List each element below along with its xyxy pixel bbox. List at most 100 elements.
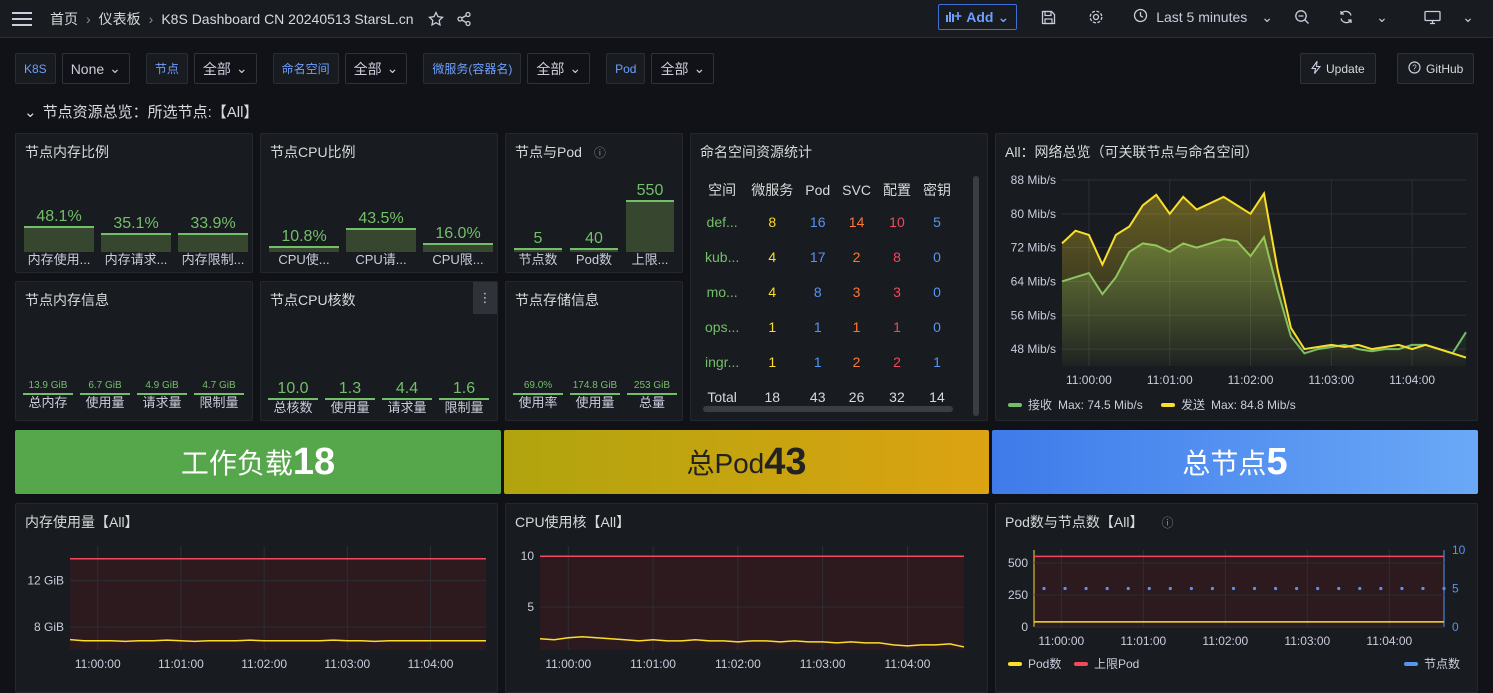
refresh-icon[interactable] — [1333, 4, 1359, 30]
x-tick-label: 11:00:00 — [545, 657, 591, 671]
variable-select-namespace[interactable]: 全部 ⌄ — [344, 53, 408, 84]
node-count-point — [1105, 586, 1109, 591]
star-icon[interactable] — [427, 10, 444, 27]
github-link-button[interactable]: ? GitHub — [1397, 53, 1475, 84]
info-icon[interactable]: ⓘ — [594, 146, 606, 160]
node-count-point — [1042, 586, 1046, 591]
bar-gauge-label: 请求量 — [387, 400, 427, 415]
panel-mem-info: 节点内存信息 13.9 GiB 总内存 6.7 GiB 使用量 4.9 GiB 请求量 4.… — [15, 281, 253, 421]
variable-label-namespace: 命名空间 — [272, 53, 339, 84]
panel-network-overview: All：网络总览（可关联节点与命名空间） 11:00:00 11:01:00 11:… — [995, 133, 1478, 421]
y-tick-label: 12 GiB — [27, 574, 64, 588]
stat-total-nodes: 总节点 5 — [992, 430, 1478, 494]
bar-gauge-label: 节点数 — [518, 252, 558, 267]
stat-label: 总Pod — [686, 448, 765, 479]
table-cell: 2 — [893, 353, 901, 370]
table-cell: 1 — [768, 318, 777, 335]
legend-pods[interactable]: Pod数 — [1008, 655, 1061, 672]
variable-select-pod[interactable]: 全部 ⌄ — [651, 53, 715, 84]
legend-name: 上限Pod — [1094, 657, 1140, 671]
table-header-cell[interactable]: 配置 — [877, 176, 917, 204]
bar-gauge-label: 使用量 — [330, 400, 370, 415]
bar-gauge-bar — [24, 226, 94, 252]
save-icon[interactable] — [1035, 4, 1061, 30]
row-header[interactable]: ⌄ 节点资源总览：所选节点:【All】 — [24, 101, 258, 122]
add-button[interactable]: Add ⌄ — [938, 4, 1018, 30]
gear-icon[interactable] — [1083, 4, 1109, 30]
variable-select-container[interactable]: 全部 ⌄ — [527, 53, 591, 84]
series-area — [1062, 193, 1466, 366]
node-count-point — [1379, 586, 1383, 591]
breadcrumb-home[interactable]: 首页 — [50, 9, 78, 29]
time-picker-button[interactable]: Last 5 minutes ⌄ — [1133, 4, 1273, 30]
x-tick-label: 11:03:00 — [1284, 634, 1330, 648]
bar-gauge-item: 4.4 请求量 — [382, 380, 432, 416]
bar-gauge-value: 4.7 GiB — [202, 380, 236, 391]
panel-namespace-table: 命名空间资源统计 空间 微服务 Pod SVC 配置 密钥 def... 8 16 14 10 5 k… — [690, 133, 988, 421]
stat-label: 工作负载 — [180, 448, 293, 479]
menu-icon[interactable] — [12, 11, 32, 26]
table-header-cell[interactable]: 密钥 — [917, 176, 957, 204]
table-header-cell[interactable]: SVC — [836, 176, 877, 204]
chevron-down-icon: ⌄ — [693, 60, 706, 76]
bar-gauge-label: 使用率 — [518, 395, 558, 410]
update-link-button[interactable]: Update — [1300, 53, 1376, 84]
bar-gauge-label: 上限... — [631, 252, 669, 267]
node-count-point — [1126, 586, 1130, 591]
legend-rx[interactable]: 接收 Max: 74.5 Mib/s — [1008, 396, 1143, 413]
share-icon[interactable] — [456, 11, 472, 27]
table-header-cell[interactable]: Pod — [799, 176, 836, 204]
node-count-point — [1295, 586, 1299, 591]
bar-gauge-label: 内存使用... — [27, 252, 91, 267]
bar-gauge-value: 33.9% — [190, 215, 236, 232]
x-tick-label: 11:00:00 — [1066, 373, 1112, 387]
legend-swatch — [1008, 661, 1022, 666]
x-tick-label: 11:04:00 — [408, 657, 454, 671]
panel-menu-icon[interactable]: ⋮ — [473, 282, 497, 314]
table-row: ops... 1 1 1 1 0 — [699, 309, 957, 344]
legend-tx[interactable]: 发送 Max: 84.8 Mib/s — [1161, 396, 1296, 413]
node-count-point — [1442, 586, 1446, 591]
limit-area — [70, 558, 486, 650]
vertical-scrollbar[interactable] — [973, 176, 979, 416]
panel-title-wrap: 节点与Pod ⓘ — [515, 142, 606, 162]
stat-label: 总节点 — [1182, 448, 1267, 479]
legend-nodes[interactable]: 节点数 — [1404, 655, 1460, 672]
chevron-right-icon: › — [148, 10, 154, 27]
variable-label-k8s: K8S — [15, 53, 56, 84]
y-right-tick-label: 0 — [1452, 620, 1459, 634]
tv-mode-icon[interactable] — [1419, 4, 1445, 30]
chevron-right-icon: › — [86, 10, 91, 27]
top-navbar: 首页 › 仪表板 › K8S Dashboard CN 20240513 Sta… — [0, 0, 1493, 38]
legend-pod-limit[interactable]: 上限Pod — [1074, 655, 1139, 672]
chevron-down-icon[interactable]: ⌄ — [1369, 4, 1395, 30]
chevron-down-icon[interactable]: ⌄ — [1455, 4, 1481, 30]
chevron-down-icon: ⌄ — [569, 60, 582, 76]
node-count-point — [1168, 586, 1172, 591]
zoom-out-icon[interactable] — [1289, 4, 1315, 30]
variable-select-node[interactable]: 全部 ⌄ — [193, 53, 257, 84]
stat-value: 5 — [1266, 440, 1288, 483]
node-count-point — [1147, 586, 1151, 591]
y-tick-label: 88 Mib/s — [1011, 173, 1056, 187]
bar-gauge-value: 69.0% — [523, 380, 553, 391]
bar-gauge-value: 1.3 — [338, 380, 362, 397]
panel-memory-usage: 内存使用量【All】 11:00:00 11:01:00 11:02:00 11:03… — [15, 503, 498, 693]
table-cell: 4 — [768, 283, 777, 300]
legend-swatch — [1161, 402, 1175, 407]
bar-gauge-value: 253 GiB — [633, 380, 671, 391]
node-count-point — [1210, 586, 1215, 591]
bar-gauge-bar — [178, 233, 248, 252]
table-row: def... 8 16 14 10 5 — [699, 204, 957, 239]
table-header-cell[interactable]: 空间 — [699, 176, 745, 204]
variable-select-k8s[interactable]: None ⌄ — [61, 53, 130, 84]
github-label: GitHub — [1426, 61, 1464, 76]
horizontal-scrollbar[interactable] — [703, 406, 953, 412]
bar-gauge-label: 限制量 — [199, 395, 239, 410]
table-row: ingr... 1 1 2 2 1 — [699, 344, 957, 379]
bar-gauge-item: 253 GiB 总量 — [627, 380, 677, 411]
table-cell: def... — [706, 213, 738, 230]
breadcrumb-dashboards[interactable]: 仪表板 — [99, 9, 141, 29]
table-header-cell[interactable]: 微服务 — [745, 176, 799, 204]
y-right-tick-label: 10 — [1452, 543, 1466, 557]
